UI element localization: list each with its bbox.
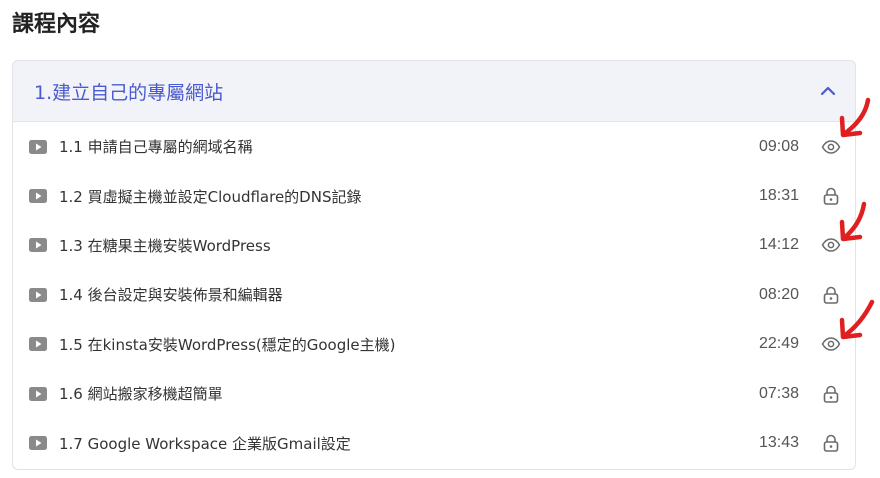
annotation-arrow-icon xyxy=(839,97,871,138)
lesson-title: 1.2 買虛擬主機並設定Cloudflare的DNS記錄 xyxy=(59,187,362,206)
play-video-icon xyxy=(29,386,47,401)
lesson-item[interactable]: 1.4 後台設定與安裝佈景和編輯器 08:20 xyxy=(13,270,855,319)
lock-icon xyxy=(821,384,841,404)
section-title: 1.建立自己的專屬網站 xyxy=(34,81,224,104)
lesson-item[interactable]: 1.5 在kinsta安裝WordPress(穩定的Google主機) 22:4… xyxy=(13,320,855,369)
curriculum-card: 1.建立自己的專屬網站 1.1 申請自己專屬的網域名稱 09:08 1.2 買虛… xyxy=(12,60,856,470)
lesson-title: 1.7 Google Workspace 企業版Gmail設定 xyxy=(59,434,351,453)
section-header[interactable]: 1.建立自己的專屬網站 xyxy=(13,61,855,122)
lesson-title: 1.3 在糖果主機安裝WordPress xyxy=(59,236,271,255)
lesson-item[interactable]: 1.3 在糖果主機安裝WordPress 14:12 xyxy=(13,221,855,270)
play-video-icon xyxy=(29,287,47,302)
lesson-item[interactable]: 1.7 Google Workspace 企業版Gmail設定 13:43 xyxy=(13,418,855,467)
play-video-icon xyxy=(29,238,47,253)
lesson-duration: 13:43 xyxy=(758,434,799,452)
lesson-title: 1.1 申請自己專屬的網域名稱 xyxy=(59,138,253,157)
lock-icon xyxy=(821,433,841,453)
lesson-duration: 18:31 xyxy=(758,187,799,205)
lesson-list: 1.1 申請自己專屬的網域名稱 09:08 1.2 買虛擬主機並設定Cloudf… xyxy=(13,122,855,468)
lesson-title: 1.5 在kinsta安裝WordPress(穩定的Google主機) xyxy=(59,335,396,354)
chevron-up-icon[interactable] xyxy=(819,82,837,100)
lesson-duration: 14:12 xyxy=(758,236,799,254)
lesson-title: 1.6 網站搬家移機超簡單 xyxy=(59,385,223,404)
play-video-icon xyxy=(29,189,47,204)
page-title: 課程內容 xyxy=(12,12,101,37)
lesson-item[interactable]: 1.6 網站搬家移機超簡單 07:38 xyxy=(13,369,855,418)
play-video-icon xyxy=(29,436,47,451)
play-video-icon xyxy=(29,139,47,154)
lesson-title: 1.4 後台設定與安裝佈景和編輯器 xyxy=(59,286,283,305)
annotation-arrow-icon xyxy=(839,201,867,242)
lesson-duration: 09:08 xyxy=(758,137,799,155)
play-video-icon xyxy=(29,337,47,352)
annotation-arrow-icon xyxy=(839,299,875,340)
lesson-duration: 22:49 xyxy=(758,335,799,353)
lesson-duration: 07:38 xyxy=(758,384,799,402)
lesson-item[interactable]: 1.2 買虛擬主機並設定Cloudflare的DNS記錄 18:31 xyxy=(13,171,855,220)
lesson-duration: 08:20 xyxy=(758,285,799,303)
lesson-item[interactable]: 1.1 申請自己專屬的網域名稱 09:08 xyxy=(13,122,855,171)
